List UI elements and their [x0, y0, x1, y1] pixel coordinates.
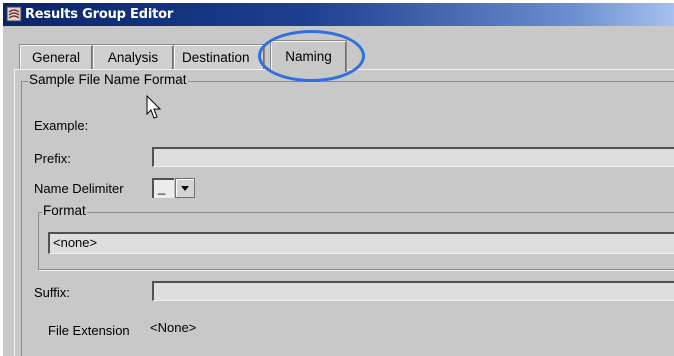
name-delimiter-dropdown[interactable]: _ [152, 178, 195, 198]
prefix-label: Prefix: [34, 151, 71, 166]
tab-naming[interactable]: Naming [270, 40, 347, 72]
name-delimiter-value-box[interactable]: _ [152, 178, 174, 198]
tab-analysis-label: Analysis [107, 50, 159, 65]
tab-general[interactable]: General [19, 44, 93, 69]
file-extension-value: <None> [150, 320, 197, 335]
window-title: Results Group Editor [25, 7, 174, 22]
format-value: <none> [53, 235, 98, 250]
file-extension-label: File Extension [48, 323, 130, 338]
suffix-input[interactable] [152, 281, 674, 301]
name-delimiter-value: _ [158, 180, 166, 195]
format-title: Format [42, 203, 87, 218]
chevron-down-icon[interactable] [175, 178, 195, 198]
tab-analysis[interactable]: Analysis [92, 44, 174, 69]
suffix-label: Suffix: [34, 285, 70, 300]
name-delimiter-label: Name Delimiter [34, 181, 124, 196]
tab-destination-label: Destination [182, 50, 250, 65]
results-group-editor-window: Results Group Editor General Analysis De… [3, 3, 674, 356]
tab-naming-label: Naming [285, 49, 332, 64]
mouse-pointer-icon [146, 95, 162, 119]
prefix-input[interactable] [152, 147, 674, 167]
tab-destination[interactable]: Destination [173, 44, 265, 69]
sample-file-name-format-title: Sample File Name Format [28, 72, 188, 87]
app-icon [6, 6, 22, 22]
tab-general-label: General [31, 50, 81, 65]
example-label: Example: [34, 118, 89, 133]
title-bar[interactable]: Results Group Editor [3, 3, 674, 26]
format-field[interactable]: <none> [48, 232, 674, 254]
